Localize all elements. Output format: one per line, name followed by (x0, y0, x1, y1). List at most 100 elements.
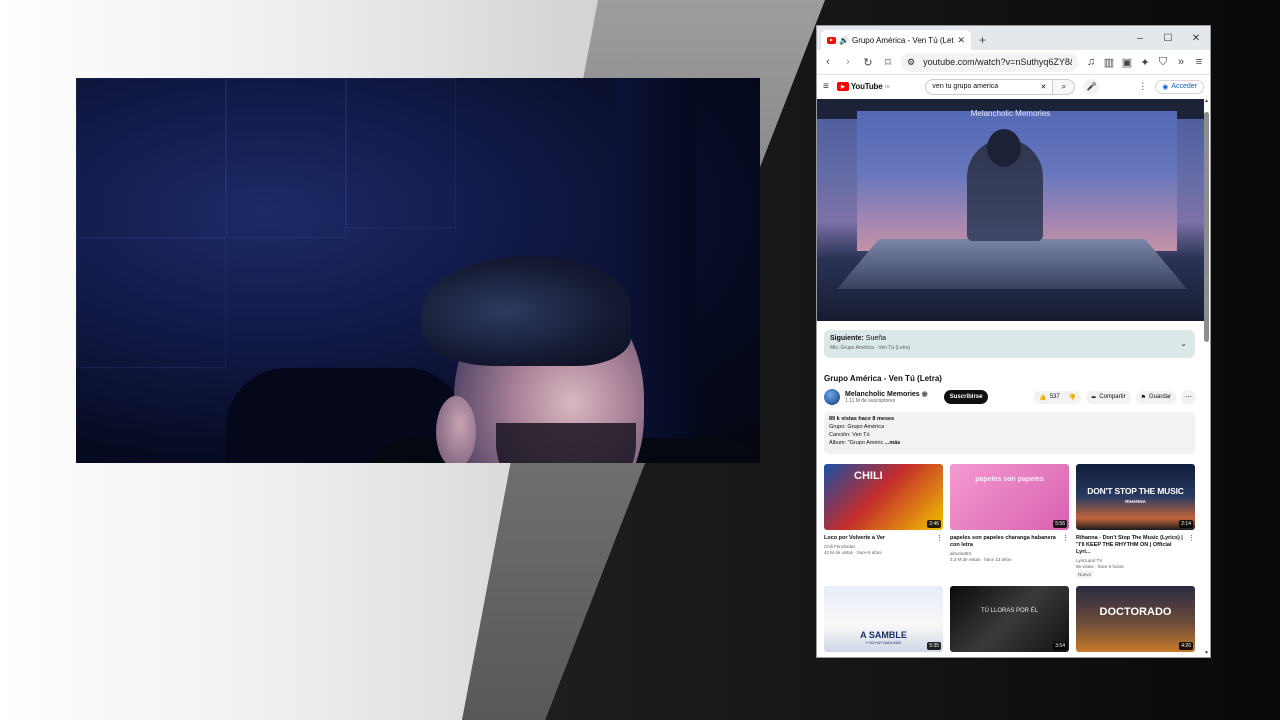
new-tab-button[interactable]: + (979, 33, 986, 47)
scroll-up-icon[interactable]: ▲ (1204, 98, 1209, 104)
video-thumbnail[interactable]: CHILI 2:46 (824, 464, 943, 530)
new-badge: Nuevo (1076, 571, 1094, 578)
search-input[interactable]: ven tu grupo america ✕ (925, 78, 1054, 95)
thumbnail-text: TÚ LLORAS POR ÉL (980, 608, 1039, 614)
card-meta: 96 vistas · hace 5 horas (1076, 564, 1124, 569)
video-card[interactable]: A SAMBLE Y NO HAY NADA MÁS 5:35 (824, 586, 943, 652)
up-next-title: Sueña (865, 335, 887, 342)
video-thumbnail[interactable]: TÚ LLORAS POR ÉL 3:54 (950, 586, 1069, 652)
video-card[interactable]: DOCTORADO 4:26 (1076, 586, 1195, 652)
browser-window: ▶ 🔊 Grupo América - Ven Tú (Letr ✕ + – ☐… (816, 25, 1211, 658)
card-title[interactable]: Loco por Volverte a Ver (824, 535, 943, 542)
subscribe-button[interactable]: Suscribirse (943, 390, 989, 404)
more-options-icon[interactable]: ⋮ (1138, 81, 1147, 92)
page-scrollbar[interactable]: ▲ ▼ (1204, 98, 1209, 656)
show-more-link[interactable]: ...más (885, 440, 901, 446)
search-icon: ⌕ (1061, 81, 1067, 91)
youtube-logo[interactable]: ▶ YouTube TR (836, 82, 890, 91)
close-tab-icon[interactable]: ✕ (957, 35, 965, 46)
person-hair (421, 256, 631, 366)
ai-sparkle-icon[interactable]: ✦ (1138, 56, 1152, 69)
up-next-mix: Mix: Grupo América · Ven Tú (Letra) (830, 345, 911, 351)
forward-icon[interactable]: › (841, 56, 855, 68)
video-thumbnail[interactable]: A SAMBLE Y NO HAY NADA MÁS 5:35 (824, 586, 943, 652)
scroll-down-icon[interactable]: ▼ (1204, 650, 1209, 656)
bookmark-save-icon: ⚑ (1140, 394, 1146, 401)
hamburger-icon[interactable]: ≡ (823, 81, 829, 92)
vpn-shield-icon[interactable]: ⛉ (1156, 56, 1170, 69)
verified-icon: ◉ (921, 391, 928, 398)
thumbnail-subtext: Y NO HAY NADA MÁS (865, 641, 902, 645)
figure-head (987, 129, 1021, 167)
cabinet-panel (346, 78, 456, 228)
more-actions-button[interactable]: ⋯ (1181, 389, 1196, 405)
description-box[interactable]: 89 k vistas hace 8 meses Grupo: Grupo Am… (824, 412, 1195, 454)
like-count: 537 (1049, 394, 1060, 400)
card-meta: 3.3 M de vistas · hace 13 años (950, 557, 1012, 562)
back-icon[interactable]: ‹ (821, 56, 835, 68)
music-icon[interactable]: ♫ (1084, 56, 1098, 69)
video-thumbnail[interactable]: DON'T STOP THE MUSIC RIHANNA 2:14 (1076, 464, 1195, 530)
card-menu-icon[interactable]: ⋮ (1062, 534, 1069, 542)
video-card[interactable]: papeles son papeles 5:56 papeles son pap… (950, 464, 1069, 562)
video-title: Grupo América - Ven Tú (Letra) (824, 374, 942, 383)
reload-icon[interactable]: ↻ (861, 56, 875, 69)
youtube-play-icon: ▶ (836, 82, 849, 91)
channel-name-text: Melancholic Memories (845, 391, 920, 398)
subscriber-count: 1.11 M de suscriptores (845, 398, 896, 404)
voice-search-button[interactable]: 🎤 (1083, 78, 1100, 95)
search-button[interactable]: ⌕ (1053, 78, 1076, 95)
person-ear (436, 396, 476, 463)
duration-badge: 5:35 (927, 642, 941, 650)
title-bar: ▶ 🔊 Grupo América - Ven Tú (Letr ✕ + – ☐… (817, 26, 1210, 50)
chevron-down-icon[interactable]: ⌄ (1180, 339, 1187, 348)
card-channel[interactable]: alnuria363 (950, 551, 1069, 556)
card-channel[interactable]: LyricLand TV (1076, 558, 1195, 563)
extensions-chevron-icon[interactable]: » (1174, 56, 1188, 69)
clear-search-icon[interactable]: ✕ (1041, 83, 1047, 91)
browser-tab[interactable]: ▶ 🔊 Grupo América - Ven Tú (Letr ✕ (821, 30, 971, 50)
description-line: Álbum: "Grupo Améric ...más (829, 439, 1190, 447)
menu-icon[interactable]: ≡ (1192, 56, 1206, 69)
cabinet-panel (76, 78, 226, 238)
window-sill (837, 239, 1187, 289)
card-title[interactable]: papeles son papeles charanga habanera co… (950, 535, 1069, 549)
video-card[interactable]: DON'T STOP THE MUSIC RIHANNA 2:14 Rihann… (1076, 464, 1195, 578)
card-menu-icon[interactable]: ⋮ (1188, 534, 1195, 542)
up-next-panel[interactable]: Siguiente: Sueña Mix: Grupo América · Ve… (824, 330, 1195, 358)
video-player[interactable]: Melancholic Memories (817, 99, 1204, 321)
bookmark-icon[interactable]: ⌑ (881, 56, 895, 69)
channel-name[interactable]: Melancholic Memories ◉ (845, 390, 928, 398)
site-settings-icon[interactable]: ⚙ (907, 57, 915, 68)
channel-avatar[interactable] (824, 389, 840, 405)
card-menu-icon[interactable]: ⋮ (936, 534, 943, 542)
logo-country: TR (884, 84, 890, 89)
video-caption: Melancholic Memories (970, 109, 1051, 118)
sidebar-icon[interactable]: ▥ (1102, 56, 1116, 69)
close-window-button[interactable]: ✕ (1182, 33, 1210, 44)
description-line: Grupo: Grupo América (829, 424, 885, 430)
browser-toolbar: ‹ › ↻ ⌑ ⚙ youtube.com/watch?v=nSuthyq6ZY… (817, 50, 1210, 75)
share-icon: ➦ (1091, 394, 1097, 401)
duration-badge: 4:26 (1179, 642, 1193, 650)
scrollbar-thumb[interactable] (1204, 112, 1209, 342)
save-button[interactable]: ⚑ Guardar (1135, 390, 1176, 404)
card-channel[interactable]: Chili Fernández (824, 544, 943, 549)
wallet-icon[interactable]: ▣ (1120, 56, 1134, 69)
speaker-icon[interactable]: 🔊 (839, 36, 849, 45)
like-button[interactable]: 👍 537 👎 (1034, 390, 1082, 404)
save-label: Guardar (1148, 394, 1171, 400)
maximize-button[interactable]: ☐ (1154, 33, 1182, 44)
address-bar[interactable]: ⚙ youtube.com/watch?v=nSuthyq6ZY8& (901, 52, 1078, 72)
video-thumbnail[interactable]: papeles son papeles 5:56 (950, 464, 1069, 530)
sign-in-button[interactable]: ◉ Acceder (1155, 79, 1204, 94)
card-title[interactable]: Rihanna - Don't Stop The Music (Lyrics) … (1076, 535, 1195, 556)
video-thumbnail[interactable]: DOCTORADO 4:26 (1076, 586, 1195, 652)
window-controls: – ☐ ✕ (1126, 26, 1210, 50)
person-beard (496, 423, 636, 463)
share-button[interactable]: ➦ Compartir (1086, 390, 1131, 404)
video-card[interactable]: CHILI 2:46 Loco por Volverte a Ver Chili… (824, 464, 943, 555)
video-card[interactable]: TÚ LLORAS POR ÉL 3:54 (950, 586, 1069, 652)
minimize-button[interactable]: – (1126, 33, 1154, 44)
thumbs-down-icon[interactable]: 👎 (1069, 394, 1076, 401)
